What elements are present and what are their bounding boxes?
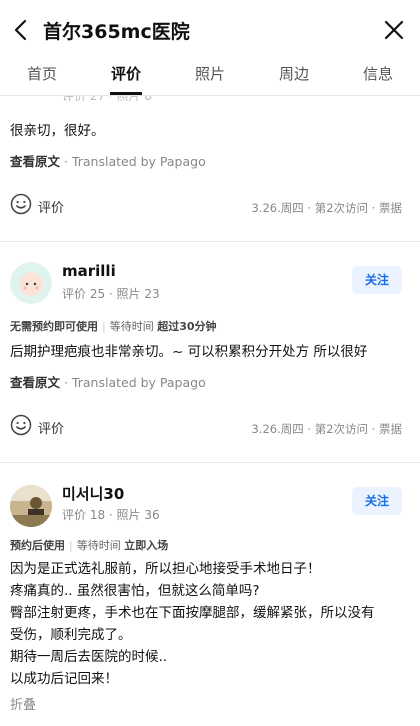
tab-nearby[interactable]: 周边 [252, 58, 336, 95]
rate-label: 评价 [38, 200, 65, 216]
review-stats: 评价 27 · 照片 8 [62, 96, 152, 103]
fold-button[interactable]: 折叠 [10, 694, 36, 713]
translated-by: · Translated by Papago [60, 375, 206, 390]
close-icon[interactable] [382, 18, 406, 42]
back-arrow-icon[interactable] [10, 18, 34, 42]
follow-button[interactable]: 关注 [352, 266, 402, 294]
review-text: 因为是正式选礼服前，所以担心地接受手术地日子！ 疼痛真的.. 虽然很害怕，但就这… [10, 558, 410, 690]
username[interactable]: marilli [62, 262, 116, 280]
review-stats: 评价 18 · 照片 36 [62, 508, 160, 522]
review-line: 以成功后记回来！ [10, 671, 118, 687]
wait-value: 立即入场 [124, 539, 169, 552]
review-line: 臀部注射更疼，手术也在下面按摩腿部，缓解紧张，所以没有 [10, 605, 375, 621]
review-stats: 评价 25 · 照片 23 [62, 287, 160, 301]
avatar[interactable] [10, 485, 52, 527]
username[interactable]: 미서니30 [62, 483, 124, 504]
top-bar: 首尔365mc医院 [0, 0, 420, 58]
reservation-tag: 预约后使用 [10, 539, 65, 552]
tab-reviews[interactable]: 评价 [84, 58, 168, 95]
review-line: 期待一周后去医院的时候.. [10, 649, 168, 665]
tab-photos[interactable]: 照片 [168, 58, 252, 95]
review-line: 疼痛真的.. 虽然很害怕，但就这么简单吗? [10, 583, 260, 599]
smile-icon [10, 414, 32, 440]
translated-by: · Translated by Papago [60, 154, 206, 169]
review-text: 后期护理疤痕也非常亲切。~ 可以积累积分开处方 所以很好 [10, 344, 368, 360]
rate-label: 评价 [38, 421, 65, 437]
view-original-link[interactable]: 查看原文 [10, 154, 60, 169]
smile-icon [10, 193, 32, 219]
tab-home[interactable]: 首页 [0, 58, 84, 95]
review-list[interactable]: 评价 27 · 照片 8 很亲切，很好。 查看原文 · Translated b… [0, 96, 420, 726]
wait-value: 超过30分钟 [157, 320, 217, 333]
reservation-tag: 无需预约即可使用 [10, 320, 98, 333]
translation-line: 查看原文 · Translated by Papago [10, 372, 206, 391]
follow-button[interactable]: 关注 [352, 487, 402, 515]
translation-line: 查看原文 · Translated by Papago [10, 151, 206, 170]
wait-label: 等待时间 [109, 320, 154, 333]
review-line: 因为是正式选礼服前，所以担心地接受手术地日子！ [10, 561, 321, 577]
review-card: 评价 27 · 照片 8 很亲切，很好。 查看原文 · Translated b… [0, 96, 420, 236]
visit-tags: 无需预约即可使用 | 等待时间 超过30分钟 [10, 320, 217, 333]
review-card: marilli 评价 25 · 照片 23 关注 无需预约即可使用 | 等待时间 超… [0, 242, 420, 462]
review-line: 受伤，顺利完成了。 [10, 627, 132, 643]
view-original-link[interactable]: 查看原文 [10, 375, 60, 390]
tab-bar: 首页 评价 照片 周边 信息 [0, 58, 420, 96]
wait-label: 等待时间 [76, 539, 121, 552]
visit-tags: 预约后使用 | 等待时间 立即入场 [10, 539, 169, 552]
visit-info: 3.26.周四 · 第2次访问 · 票据 [251, 201, 402, 215]
avatar[interactable] [10, 262, 52, 304]
page-title: 首尔365mc医院 [43, 21, 190, 43]
rate-button[interactable]: 评价 [10, 193, 65, 219]
review-text: 很亲切，很好。 [10, 123, 105, 139]
tab-info[interactable]: 信息 [336, 58, 420, 95]
rate-button[interactable]: 评价 [10, 414, 65, 440]
review-card: 미서니30 评价 18 · 照片 36 关注 预约后使用 | 等待时间 立即入场 因… [0, 463, 420, 726]
visit-info: 3.26.周四 · 第2次访问 · 票据 [251, 422, 402, 436]
